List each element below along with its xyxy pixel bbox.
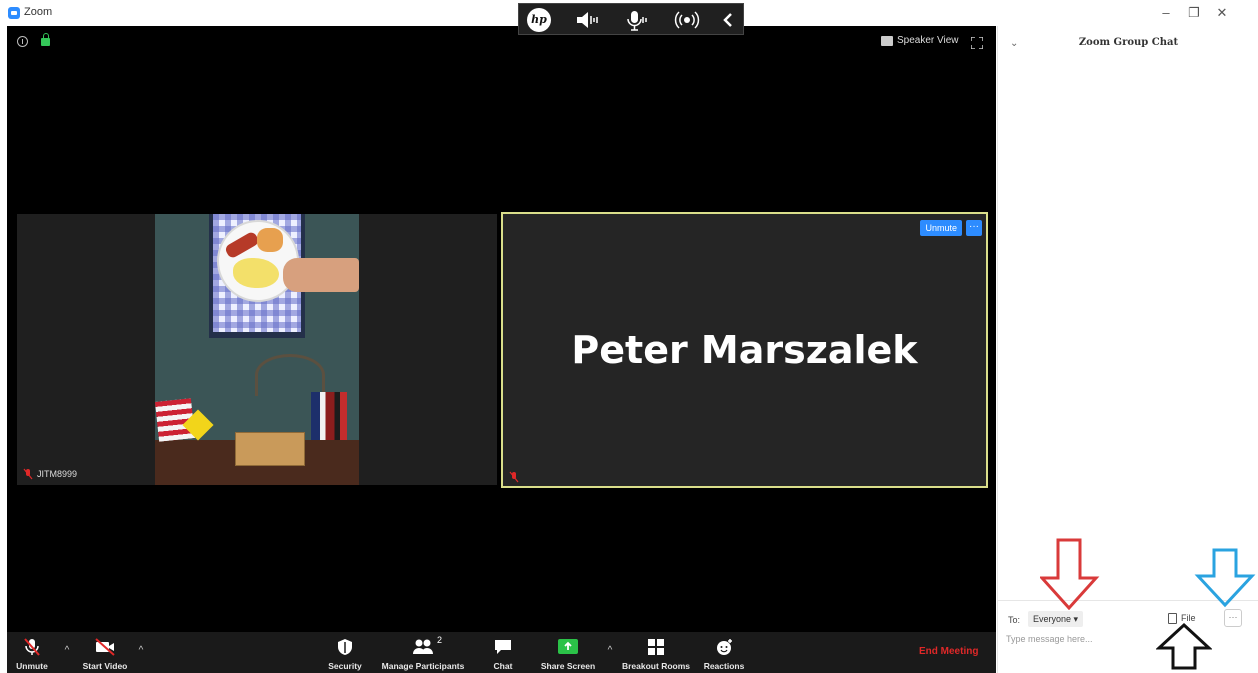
chat-compose-area: To: Everyone ▾ File ···: [998, 600, 1258, 673]
lock-icon[interactable]: [41, 33, 50, 46]
muted-mic-icon: [509, 470, 519, 483]
security-label: Security: [328, 661, 362, 671]
breakout-rooms-label: Breakout Rooms: [621, 661, 690, 671]
chat-bubble-icon: [492, 638, 514, 656]
annotation-arrow-blue: [1194, 548, 1256, 608]
muted-mic-icon: [21, 638, 43, 656]
security-button[interactable]: Security: [323, 632, 367, 673]
manage-participants-button[interactable]: 2 Manage Participants: [375, 632, 471, 673]
minimize-button[interactable]: –: [1152, 4, 1180, 22]
request-unmute-button[interactable]: Unmute: [920, 220, 962, 236]
unmute-label: Unmute: [16, 661, 48, 671]
reactions-button[interactable]: Reactions: [699, 632, 749, 673]
info-icon[interactable]: [17, 36, 28, 47]
reactions-icon: [713, 638, 735, 656]
breakout-rooms-icon: [645, 638, 667, 656]
chat-header: ⌄ Zoom Group Chat: [998, 26, 1258, 60]
start-video-button[interactable]: Start Video: [77, 632, 133, 673]
to-label: To:: [1008, 615, 1021, 625]
chevron-left-icon[interactable]: [715, 8, 743, 32]
reactions-label: Reactions: [703, 661, 745, 671]
speaker-view-button[interactable]: Speaker View: [877, 31, 965, 51]
share-screen-icon: [557, 638, 579, 656]
meeting-toolbar: Unmute ^ Start Video ^ Security 2 Manage…: [7, 632, 996, 673]
participants-icon: [412, 638, 434, 656]
window-title: Zoom: [24, 6, 53, 18]
restore-button[interactable]: ❐: [1180, 4, 1208, 22]
speaker-view-label: Speaker View: [897, 35, 959, 46]
recipient-dropdown[interactable]: Everyone ▾: [1028, 611, 1084, 627]
participant-tile-jitm8999[interactable]: JITM8999: [17, 214, 497, 485]
annotation-arrow-red: [1040, 538, 1100, 610]
share-screen-label: Share Screen: [540, 661, 596, 671]
breakout-rooms-button[interactable]: Breakout Rooms: [619, 632, 693, 673]
meeting-video-area: Speaker View JITM8999 Peter Marszalek Un…: [7, 26, 996, 673]
audio-options-caret[interactable]: ^: [61, 645, 73, 657]
hp-audio-toolbar: hp: [518, 3, 744, 35]
chat-label: Chat: [493, 661, 513, 671]
participant-video: [155, 214, 359, 485]
participant-count-badge: 2: [437, 635, 443, 645]
annotation-arrow-black: [1156, 622, 1212, 670]
close-button[interactable]: ✕: [1208, 4, 1236, 22]
zoom-logo-icon: [8, 7, 20, 19]
zoom-app: Zoom – ❐ ✕ hp Speaker View JITM8999 Pete…: [0, 0, 1258, 673]
speaker-view-icon: [881, 36, 893, 46]
chat-title: Zoom Group Chat: [1078, 37, 1179, 48]
microphone-icon[interactable]: [623, 8, 651, 32]
broadcast-icon[interactable]: [673, 8, 701, 32]
speaker-icon[interactable]: [573, 8, 601, 32]
share-options-caret[interactable]: ^: [604, 645, 616, 657]
manage-participants-label: Manage Participants: [381, 661, 465, 671]
share-screen-button[interactable]: Share Screen: [535, 632, 601, 673]
participant-tile-peter-marszalek[interactable]: Peter Marszalek Unmute ···: [501, 212, 988, 488]
participant-name-tag: JITM8999: [23, 467, 77, 481]
hp-logo-icon: hp: [527, 8, 551, 32]
tile-more-button[interactable]: ···: [966, 220, 982, 236]
chat-more-button[interactable]: ···: [1224, 609, 1242, 627]
participant-name-large: Peter Marszalek: [571, 328, 918, 372]
muted-mic-icon: [23, 468, 33, 480]
shield-icon: [334, 638, 356, 656]
video-off-icon: [94, 638, 116, 656]
chat-button[interactable]: Chat: [485, 632, 521, 673]
fullscreen-icon[interactable]: [970, 36, 984, 50]
participant-name: JITM8999: [37, 469, 78, 479]
unmute-button[interactable]: Unmute: [9, 632, 55, 673]
video-options-caret[interactable]: ^: [135, 645, 147, 657]
end-meeting-button[interactable]: End Meeting: [919, 646, 978, 657]
start-video-label: Start Video: [82, 661, 128, 671]
